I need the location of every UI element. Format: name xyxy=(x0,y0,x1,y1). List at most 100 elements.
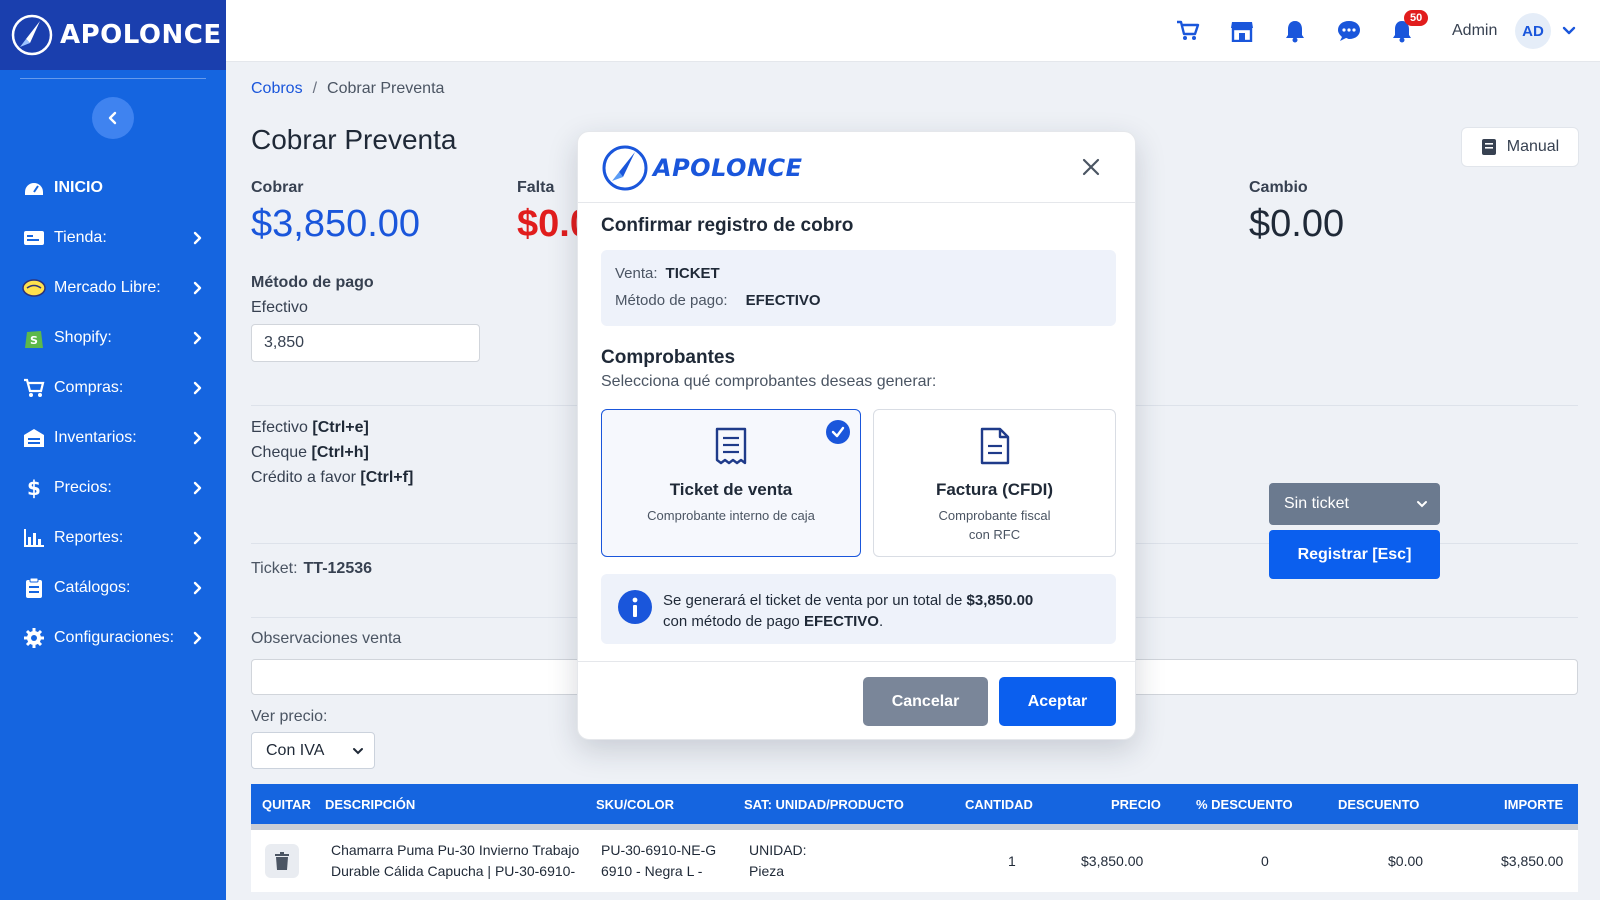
sidebar-item-label: Precios: xyxy=(54,479,112,496)
table-row: Chamarra Puma Pu-30 Invierno Trabajo Dur… xyxy=(251,830,1578,892)
manual-button-label: Manual xyxy=(1506,138,1560,155)
shortcut-label: Efectivo xyxy=(251,419,308,436)
sidebar-item-mercado-libre[interactable]: Mercado Libre: xyxy=(0,263,226,313)
metodo-row: Método de pago: EFECTIVO xyxy=(615,292,821,309)
efectivo-amount-input[interactable]: 3,850 xyxy=(251,324,480,362)
col-pct-descuento: % DESCUENTO xyxy=(1196,797,1293,812)
chevron-right-icon xyxy=(193,581,202,595)
sidebar-item-catalogos[interactable]: Catálogos: xyxy=(0,563,226,613)
shopify-bag-icon: S xyxy=(22,326,46,350)
sidebar-nav: INICIO Tienda: Mercado Libre: S Shopify: xyxy=(0,163,226,663)
sidebar-item-inicio[interactable]: INICIO xyxy=(0,163,226,213)
chevron-right-icon xyxy=(193,481,202,495)
factura-subtitle-2: con RFC xyxy=(968,527,1021,542)
venta-value: TICKET xyxy=(665,265,720,282)
note-method: EFECTIVO xyxy=(803,613,879,630)
sidebar-item-compras[interactable]: Compras: xyxy=(0,363,226,413)
col-cantidad: CANTIDAD xyxy=(965,797,1033,812)
row-sat-2: Pieza xyxy=(749,863,785,879)
cancel-button[interactable]: Cancelar xyxy=(863,677,988,726)
sidebar-item-label: Mercado Libre: xyxy=(54,279,161,296)
note-prefix: Se generará el ticket de venta por un to… xyxy=(663,592,963,609)
ticket-type-value: Sin ticket xyxy=(1284,495,1349,512)
cart-icon[interactable] xyxy=(1175,18,1201,44)
modal-brand-logo: APOLONCE xyxy=(601,144,803,192)
chat-icon[interactable] xyxy=(1336,18,1362,44)
breadcrumb-link-cobros[interactable]: Cobros xyxy=(251,80,303,97)
notification-badge: 50 xyxy=(1404,10,1429,26)
registrar-button[interactable]: Registrar [Esc] xyxy=(1269,530,1440,579)
brand-logo[interactable]: APOLONCE xyxy=(0,0,226,70)
bell-icon[interactable] xyxy=(1282,18,1308,44)
row-precio: $3,850.00 xyxy=(1081,853,1144,869)
row-pct-descuento: 0 xyxy=(1261,853,1269,869)
manual-button[interactable]: Manual xyxy=(1461,127,1579,167)
modal-header: APOLONCE xyxy=(578,132,1135,203)
trash-icon xyxy=(275,852,289,870)
sidebar-item-configuraciones[interactable]: Configuraciones: xyxy=(0,613,226,663)
sidebar-item-precios[interactable]: $ Precios: xyxy=(0,463,226,513)
rocket-logo-icon xyxy=(602,145,648,191)
rocket-logo-icon xyxy=(11,14,53,56)
chevron-right-icon xyxy=(193,231,202,245)
receipt-icon xyxy=(715,427,747,465)
cambio-label: Cambio xyxy=(1249,179,1308,196)
factura-subtitle: Comprobante fiscal con RFC xyxy=(874,506,1115,544)
shortcut-efectivo[interactable]: Efectivo [Ctrl+e] xyxy=(251,419,369,437)
ticket-venta-subtitle: Comprobante interno de caja xyxy=(647,508,815,523)
collapse-sidebar-button[interactable] xyxy=(92,97,134,139)
modal-brand-name: APOLONCE xyxy=(653,154,803,182)
shortcut-credito[interactable]: Crédito a favor [Ctrl+f] xyxy=(251,469,413,487)
ver-precio-select[interactable]: Con IVA xyxy=(251,732,375,769)
sidebar-item-reportes[interactable]: Reportes: xyxy=(0,513,226,563)
note-line2-prefix: con método de pago xyxy=(663,613,800,630)
accept-button[interactable]: Aceptar xyxy=(999,677,1116,726)
chevron-right-icon xyxy=(193,381,202,395)
store-icon[interactable] xyxy=(1229,18,1255,44)
row-sku-2: 6910 - Negra L - xyxy=(601,863,703,879)
cobrar-label: Cobrar xyxy=(251,179,304,196)
dollar-icon: $ xyxy=(22,476,46,500)
sidebar-item-label: Shopify: xyxy=(54,329,112,346)
shortcut-cheque[interactable]: Cheque [Ctrl+h] xyxy=(251,444,369,462)
factura-cfdi-option[interactable]: Factura (CFDI) Comprobante fiscal con RFC xyxy=(873,409,1116,557)
metodo-value: EFECTIVO xyxy=(745,292,821,309)
breadcrumb: Cobros / Cobrar Preventa xyxy=(251,80,444,98)
chevron-down-icon xyxy=(353,747,363,754)
cart-icon xyxy=(22,376,46,400)
chevron-right-icon xyxy=(193,631,202,645)
shortcut-key: [Ctrl+f] xyxy=(360,469,414,486)
sidebar-item-tienda[interactable]: Tienda: xyxy=(0,213,226,263)
sidebar-item-shopify[interactable]: S Shopify: xyxy=(0,313,226,363)
bar-chart-icon xyxy=(22,526,46,550)
handshake-icon xyxy=(22,276,46,300)
venta-row: Venta: TICKET xyxy=(615,265,720,282)
page-title: Cobrar Preventa xyxy=(251,124,457,155)
row-sat-1: UNIDAD: xyxy=(749,842,807,858)
chevron-right-icon xyxy=(193,281,202,295)
user-name[interactable]: Admin xyxy=(1452,22,1497,40)
chevron-down-icon[interactable] xyxy=(1562,24,1576,38)
col-quitar: QUITAR xyxy=(262,797,311,812)
avatar[interactable]: AD xyxy=(1515,13,1551,49)
row-importe: $3,850.00 xyxy=(1501,853,1564,869)
chevron-right-icon xyxy=(193,531,202,545)
book-icon xyxy=(1481,139,1496,155)
sidebar-item-inventarios[interactable]: Inventarios: xyxy=(0,413,226,463)
close-modal-button[interactable] xyxy=(1078,154,1104,180)
ver-precio-value: Con IVA xyxy=(266,741,325,759)
ticket-type-select[interactable]: Sin ticket xyxy=(1269,483,1440,525)
svg-text:S: S xyxy=(30,334,38,347)
ver-precio-label: Ver precio: xyxy=(251,708,328,725)
chevron-left-icon xyxy=(108,111,117,125)
ticket-venta-option[interactable]: Ticket de venta Comprobante interno de c… xyxy=(601,409,861,557)
comprobantes-title: Comprobantes xyxy=(601,347,736,368)
sidebar-item-label: Inventarios: xyxy=(54,429,137,446)
logo-divider xyxy=(20,78,206,79)
info-note: Se generará el ticket de venta por un to… xyxy=(601,574,1116,644)
metodo-label: Método de pago: xyxy=(615,292,728,309)
shortcut-key: [Ctrl+h] xyxy=(311,444,369,461)
sidebar-item-label: INICIO xyxy=(54,179,103,196)
metodo-pago-label: Método de pago xyxy=(251,274,374,291)
remove-item-button[interactable] xyxy=(265,844,299,878)
